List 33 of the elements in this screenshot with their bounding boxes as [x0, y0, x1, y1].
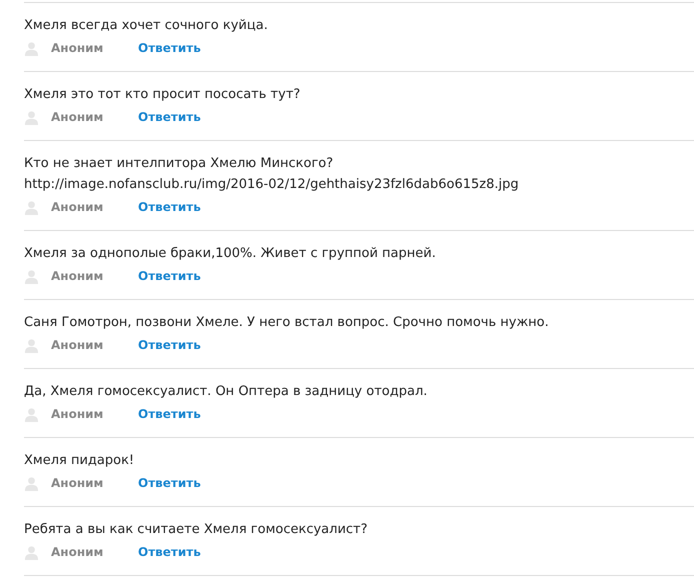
author-name: Аноним — [51, 269, 104, 283]
reply-link[interactable]: Ответить — [138, 476, 201, 490]
author-name: Аноним — [51, 545, 104, 559]
comment-text: Да, Хмеля гомосексуалист. Он Оптера в задницу отодрал. — [24, 383, 428, 401]
reply-link[interactable]: Ответить — [138, 407, 201, 421]
user-icon — [24, 40, 39, 56]
reply-link[interactable]: Ответить — [138, 545, 201, 559]
author-name: Аноним — [51, 110, 104, 124]
user-icon — [24, 338, 39, 352]
comment-text: Ребята а вы как считаете Хмеля гомосексуалист? — [24, 521, 369, 539]
user-icon — [24, 268, 39, 284]
user-icon — [24, 110, 39, 124]
user-icon — [24, 406, 39, 422]
author-name: Аноним — [51, 41, 104, 55]
comment-text: Хмеля пидарок! — [24, 452, 136, 470]
reply-link[interactable]: Ответить — [138, 110, 201, 124]
author-name: Аноним — [51, 200, 104, 214]
user-icon — [24, 476, 39, 490]
comment-text: Хмеля всегда хочет сочного куйца. — [24, 17, 269, 35]
reply-link[interactable]: Ответить — [138, 269, 201, 283]
comment-text: Хмеля это тот кто просит пососать тут? — [24, 86, 302, 104]
comment-text: Саня Гомотрон, позвони Хмеле. У него встал вопрос. Срочно помочь нужно. — [24, 314, 550, 332]
comment-text: Кто не знает интелпитора Хмелю Минского? — [24, 155, 334, 173]
comment-text: http://image.nofansclub.ru/img/2016-02/12/gehthaisy23fzl6dab6o615z8.jpg — [24, 176, 520, 194]
author-name: Аноним — [51, 476, 104, 490]
author-name: Аноним — [51, 407, 104, 421]
user-icon — [24, 200, 39, 214]
comment-text: Хмеля за однополые браки,100%. Живет с группой парней. — [24, 245, 437, 263]
reply-link[interactable]: Ответить — [138, 338, 201, 352]
reply-link[interactable]: Ответить — [138, 41, 201, 55]
user-icon — [24, 544, 39, 560]
author-name: Аноним — [51, 338, 104, 352]
reply-link[interactable]: Ответить — [138, 200, 201, 214]
